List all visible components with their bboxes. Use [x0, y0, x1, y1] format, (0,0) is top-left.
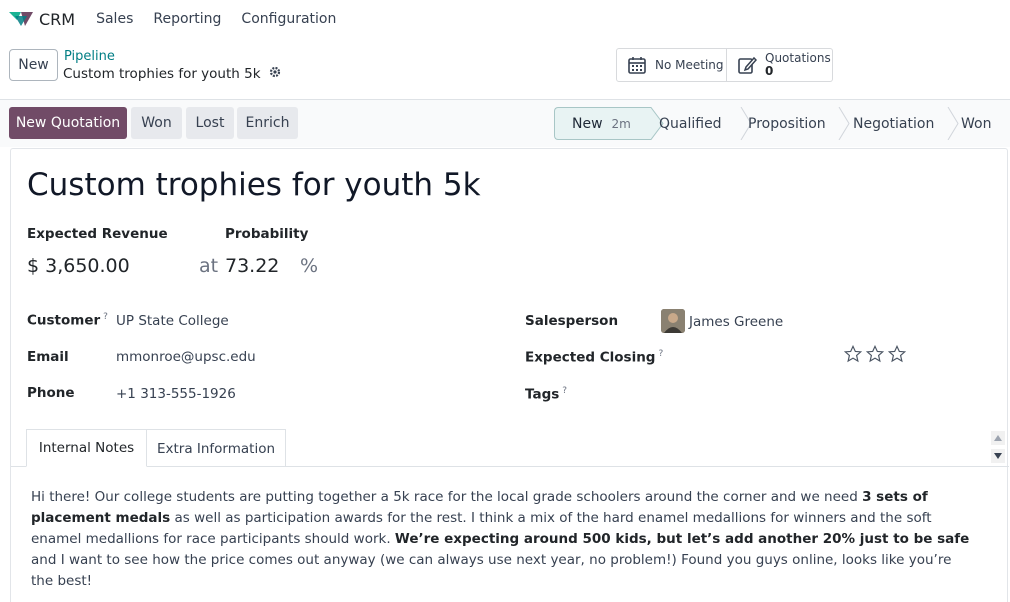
- help-icon[interactable]: ?: [103, 312, 108, 322]
- phone-label: Phone: [27, 385, 75, 401]
- stage-pipeline: New 2m Qualified Proposition Negotiation…: [554, 107, 1008, 140]
- priority-stars: [844, 345, 906, 363]
- customer-label: Customer?: [27, 312, 108, 329]
- tab-extra-information[interactable]: Extra Information: [147, 429, 286, 467]
- expected-closing-label: Expected Closing?: [525, 349, 663, 366]
- avatar: [661, 309, 685, 333]
- salesperson-label: Salesperson: [525, 313, 619, 329]
- tags-label: Tags?: [525, 386, 567, 403]
- new-record-button[interactable]: New: [9, 49, 58, 81]
- phone-field[interactable]: +1 313-555-1926: [116, 386, 236, 402]
- salesperson-field[interactable]: James Greene: [689, 314, 783, 330]
- stage-separator: [838, 107, 850, 140]
- meeting-smart-button[interactable]: No Meeting: [616, 48, 727, 82]
- quotations-info: Quotations 0: [765, 52, 831, 78]
- quotations-smart-button[interactable]: Quotations 0: [727, 48, 833, 82]
- won-button[interactable]: Won: [131, 107, 182, 139]
- edit-document-icon: [737, 54, 759, 76]
- probability-field[interactable]: 73.22: [225, 255, 279, 277]
- control-panel: New Pipeline Custom trophies for youth 5…: [0, 38, 1010, 100]
- menu-reporting[interactable]: Reporting: [153, 11, 221, 27]
- stage-separator: [947, 107, 959, 140]
- expected-closing-label-text: Expected Closing: [525, 349, 656, 366]
- stage-negotiation[interactable]: Negotiation: [853, 107, 957, 140]
- notes-text: and I want to see how the price comes ou…: [31, 552, 952, 589]
- email-label: Email: [27, 349, 69, 365]
- breadcrumb-current: Custom trophies for youth 5k: [63, 66, 281, 82]
- lost-button[interactable]: Lost: [186, 107, 234, 139]
- notes-bold-text: We’re expecting around 500 kids, but let…: [394, 531, 970, 547]
- stage-duration: 2m: [611, 116, 631, 131]
- scroll-down-arrow-icon[interactable]: [991, 449, 1005, 463]
- star-icon[interactable]: [866, 345, 884, 363]
- stage-new[interactable]: New 2m: [554, 107, 650, 140]
- email-field[interactable]: mmonroe@upsc.edu: [116, 349, 256, 365]
- expected-revenue-field[interactable]: $ 3,650.00: [27, 255, 130, 277]
- menu-configuration[interactable]: Configuration: [241, 11, 336, 27]
- tags-label-text: Tags: [525, 386, 560, 403]
- percent-sign: %: [300, 255, 319, 277]
- at-label: at: [199, 255, 219, 277]
- customer-field[interactable]: UP State College: [116, 313, 229, 329]
- notebook-tabs: Internal Notes Extra Information: [11, 429, 1009, 467]
- customer-label-text: Customer: [27, 312, 101, 329]
- breadcrumb-current-label: Custom trophies for youth 5k: [63, 66, 261, 82]
- lead-title[interactable]: Custom trophies for youth 5k: [27, 167, 481, 203]
- menu-sales[interactable]: Sales: [96, 11, 133, 27]
- meeting-label: No Meeting: [655, 57, 724, 72]
- notes-text: Hi there! Our college students are putti…: [31, 489, 863, 505]
- star-icon[interactable]: [888, 345, 906, 363]
- internal-notes-content[interactable]: Hi there! Our college students are putti…: [31, 487, 971, 592]
- stage-new-label: New: [572, 115, 603, 132]
- help-icon[interactable]: ?: [658, 349, 663, 359]
- scroll-up-arrow-icon[interactable]: [991, 431, 1005, 445]
- expected-revenue-label: Expected Revenue: [27, 226, 168, 242]
- status-bar: New Quotation Won Lost Enrich New 2m Qua…: [0, 100, 1010, 147]
- crm-logo-icon[interactable]: [8, 9, 34, 29]
- enrich-button[interactable]: Enrich: [237, 107, 298, 139]
- tab-internal-notes[interactable]: Internal Notes: [26, 429, 147, 467]
- help-icon[interactable]: ?: [562, 386, 567, 396]
- quotations-count: 0: [765, 64, 774, 78]
- stage-won[interactable]: Won: [961, 107, 1010, 140]
- probability-label: Probability: [225, 226, 309, 242]
- new-quotation-button[interactable]: New Quotation: [9, 107, 127, 139]
- app-name[interactable]: CRM: [39, 10, 75, 29]
- calendar-icon: [627, 54, 649, 76]
- breadcrumb-pipeline-link[interactable]: Pipeline: [64, 49, 115, 64]
- stage-qualified[interactable]: Qualified: [658, 107, 748, 140]
- star-icon[interactable]: [844, 345, 862, 363]
- top-navbar: CRM Sales Reporting Configuration: [0, 0, 1010, 38]
- quotations-label: Quotations: [765, 51, 831, 65]
- gear-icon[interactable]: [269, 66, 281, 82]
- form-sheet: Custom trophies for youth 5k Expected Re…: [10, 148, 1009, 602]
